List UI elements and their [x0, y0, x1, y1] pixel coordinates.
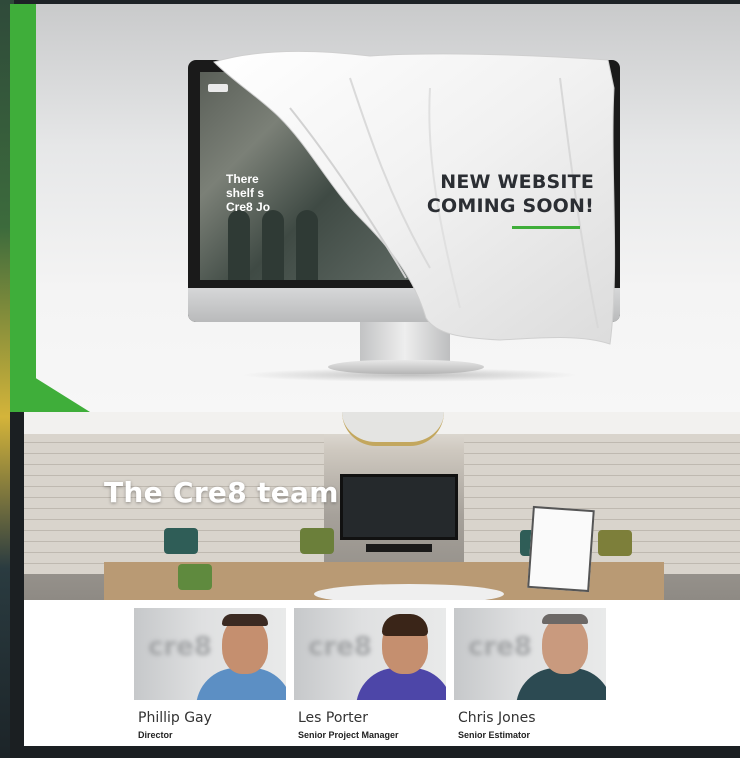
- team-members-panel: cre8 Phillip Gay Director cre8 Les Porte…: [24, 600, 740, 746]
- headline-line-1: NEW WEBSITE: [440, 171, 594, 193]
- green-accent-bar: [10, 4, 36, 412]
- person-hair: [222, 614, 268, 626]
- member-photo: cre8: [454, 608, 606, 700]
- coming-soon-banner: There shelf s Cre8 Jo NEW WEBSITE COMING…: [10, 4, 740, 412]
- headline-underline: [512, 226, 580, 229]
- member-photo: cre8: [294, 608, 446, 700]
- pendant-lamp: [342, 412, 444, 446]
- monitor-stand-base: [328, 360, 484, 374]
- blurred-logo: cre8: [308, 632, 372, 662]
- member-name: Chris Jones: [458, 710, 536, 726]
- blurred-logo: cre8: [468, 632, 532, 662]
- person-head: [542, 616, 588, 674]
- meeting-room-photo: The Cre8 team: [24, 412, 740, 600]
- blurred-logo: cre8: [148, 632, 212, 662]
- team-title: The Cre8 team: [104, 476, 339, 509]
- cushion: [178, 564, 212, 590]
- member-name: Les Porter: [298, 710, 369, 726]
- wall-tv: [340, 474, 458, 540]
- member-role: Director: [138, 730, 173, 740]
- member-photo: cre8: [134, 608, 286, 700]
- cushion: [164, 528, 198, 554]
- member-role: Senior Estimator: [458, 730, 531, 740]
- person-hair: [382, 614, 428, 636]
- team-member-card[interactable]: cre8 Chris Jones Senior Estimator: [454, 608, 606, 740]
- team-member-card[interactable]: cre8 Phillip Gay Director: [134, 608, 286, 740]
- cushion: [300, 528, 334, 554]
- person-hair: [542, 614, 588, 624]
- coming-soon-headline: NEW WEBSITE COMING SOON!: [400, 170, 594, 218]
- cushion: [598, 530, 632, 556]
- team-member-card[interactable]: cre8 Les Porter Senior Project Manager: [294, 608, 446, 740]
- member-role: Senior Project Manager: [298, 730, 399, 740]
- team-section: The Cre8 team cre8 Phillip Gay Director …: [10, 412, 740, 758]
- green-accent-triangle: [10, 362, 90, 412]
- meeting-table: [314, 584, 504, 600]
- flipchart: [527, 505, 595, 593]
- headline-line-2: COMING SOON!: [426, 195, 594, 217]
- soundbar: [366, 544, 432, 552]
- member-name: Phillip Gay: [138, 710, 212, 726]
